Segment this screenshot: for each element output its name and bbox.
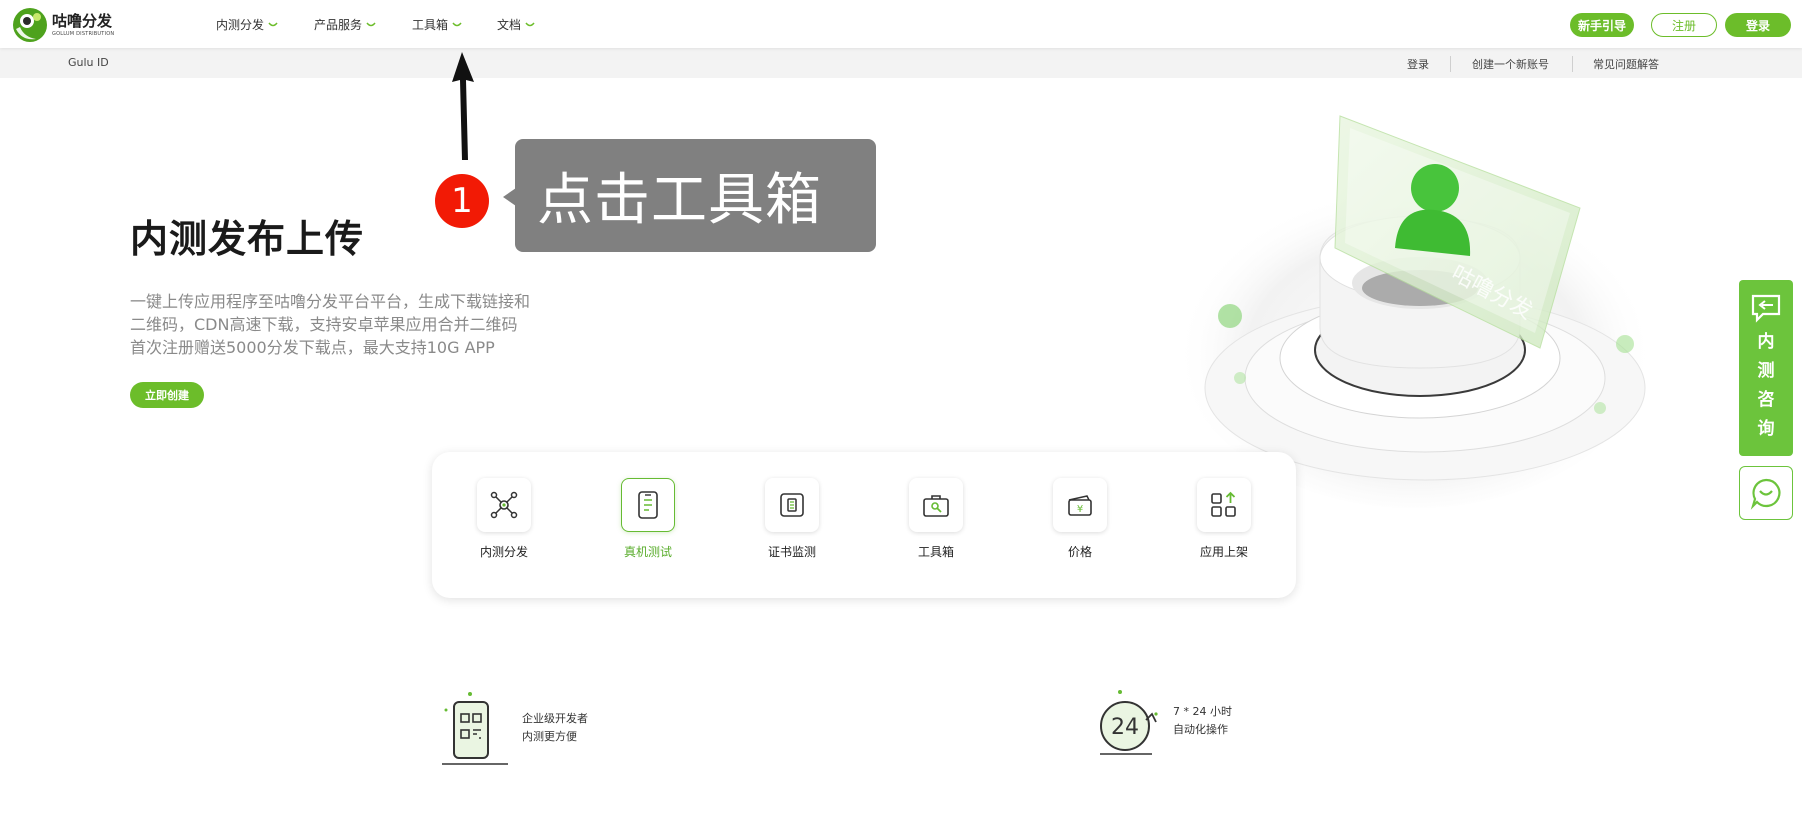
annotation-callout: 点击工具箱 [515,139,876,252]
hero-title: 内测发布上传 [130,217,365,261]
hero-description-line: 一键上传应用程序至咕噜分发平台平台，生成下载链接和 [130,292,531,311]
svg-text:¥: ¥ [1077,504,1083,515]
price-icon: ¥ [1053,478,1107,532]
logo-icon [12,7,48,43]
clock-24-icon: 24 [1090,688,1160,758]
subbar-login-link[interactable]: 登录 [1407,56,1429,72]
feature-label: 工具箱 [917,545,954,559]
divider [1450,56,1451,72]
feature-line: 内测更方便 [522,730,577,743]
step-number-badge: 1 [435,174,489,228]
message-icon [1751,294,1781,323]
guide-button[interactable]: 新手引导 [1570,13,1634,37]
feature-pricing[interactable]: ¥ 价格 [1030,478,1130,560]
gulu-id-label: Gulu ID [68,56,109,69]
feature-card: 内测分发 真机测试 证书监测 工具箱 ¥ 价格 应用上架 [432,452,1296,598]
nav-item-docs[interactable]: 文档 [497,16,535,33]
app-upload-icon [1197,478,1251,532]
svg-text:24: 24 [1111,715,1139,740]
nav-item-products[interactable]: 产品服务 [314,16,376,33]
hero-description-line: 二维码，CDN高速下载，支持安卓苹果应用合并二维码 [130,315,518,334]
feature-line: 7 * 24 小时 [1173,705,1232,718]
chat-button[interactable] [1739,466,1793,520]
enterprise-developer-text: 企业级开发者 内测更方便 [522,710,588,746]
divider [1572,56,1573,72]
nav-item-toolbox[interactable]: 工具箱 [412,16,462,33]
hero-illustration: 咕噜分发 [1170,88,1660,508]
nav-item-label: 文档 [497,18,522,32]
annotation-arrow [452,52,474,160]
login-button[interactable]: 登录 [1725,13,1791,37]
hero-description-line: 首次注册赠送5000分发下载点，最大支持10G APP [130,338,495,357]
feature-toolbox[interactable]: 工具箱 [886,478,986,560]
faq-link[interactable]: 常见问题解答 [1593,56,1659,72]
feature-label: 内测分发 [479,545,528,559]
feature-app-listing[interactable]: 应用上架 [1174,478,1274,560]
feature-label: 应用上架 [1199,545,1248,559]
feature-certificate-monitor[interactable]: 证书监测 [742,478,842,560]
logo-subtitle: GOLLUM DISTRIBUTION [52,31,115,37]
account-subbar: Gulu ID 登录 创建一个新账号 常见问题解答 [0,48,1802,78]
feature-label: 证书监测 [767,545,816,559]
nav-item-label: 工具箱 [412,18,449,32]
logo[interactable]: 咕噜分发 GOLLUM DISTRIBUTION [12,6,122,44]
create-account-link[interactable]: 创建一个新账号 [1472,56,1549,72]
phone-test-icon [621,478,675,532]
register-button[interactable]: 注册 [1651,13,1717,37]
logo-title: 咕噜分发 [52,12,113,30]
beta-consult-button[interactable]: 内测咨询 [1739,280,1793,456]
feature-beta-distribution[interactable]: 内测分发 [454,478,554,560]
qr-phone-icon [440,690,510,770]
feature-line: 自动化操作 [1173,723,1228,736]
chat-icon [1750,478,1781,510]
network-icon [477,478,531,532]
feature-line: 企业级开发者 [522,712,588,725]
nav-item-beta-distribution[interactable]: 内测分发 [216,16,278,33]
nav-item-label: 内测分发 [216,18,265,32]
certificate-icon [765,478,819,532]
automation-text: 7 * 24 小时 自动化操作 [1173,703,1232,739]
consult-label: 内测咨询 [1757,332,1775,439]
create-now-button[interactable]: 立即创建 [130,382,204,408]
top-nav-bar: 咕噜分发 GOLLUM DISTRIBUTION 内测分发 产品服务 工具箱 文… [0,0,1802,48]
feature-label: 价格 [1067,545,1092,559]
chevron-down-icon [366,22,376,26]
chevron-down-icon [525,22,535,26]
nav-item-label: 产品服务 [314,18,363,32]
chevron-down-icon [268,22,278,26]
feature-device-testing[interactable]: 真机测试 [598,478,698,560]
feature-label: 真机测试 [623,545,672,559]
toolbox-icon [909,478,963,532]
chevron-down-icon [452,22,462,26]
